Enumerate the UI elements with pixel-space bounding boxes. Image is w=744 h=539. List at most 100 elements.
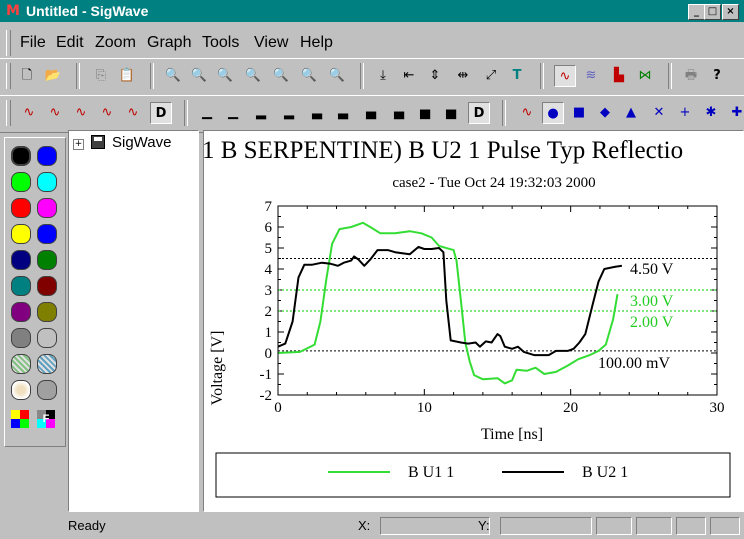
zoom-y-icon[interactable]: 🔍 bbox=[242, 65, 264, 87]
waveform-view-icon[interactable]: ∿ bbox=[554, 65, 576, 87]
swatch-maroon[interactable] bbox=[37, 276, 57, 296]
new-file-icon[interactable]: 🗋 bbox=[16, 65, 38, 87]
menu-graph[interactable]: Graph bbox=[147, 34, 191, 52]
line-width-9-icon[interactable]: ▅ bbox=[414, 102, 436, 124]
line-style-solid-icon[interactable]: ∿ bbox=[18, 102, 40, 124]
marker-none-icon[interactable]: ∿ bbox=[516, 102, 538, 124]
line-width-6-icon[interactable]: ▃ bbox=[332, 102, 354, 124]
marker-square-icon[interactable]: ■ bbox=[568, 102, 590, 124]
line-style-dot-icon[interactable]: ∿ bbox=[70, 102, 92, 124]
fill-color-icon[interactable]: F bbox=[37, 410, 55, 428]
swatch-purple[interactable] bbox=[11, 302, 31, 322]
marker-triangle-icon[interactable]: ▲ bbox=[620, 102, 642, 124]
line-width-1-icon[interactable]: ▁ bbox=[196, 102, 218, 124]
line-width-8-icon[interactable]: ▄ bbox=[388, 102, 410, 124]
swatch-silver[interactable] bbox=[37, 328, 57, 348]
toolbar-separator bbox=[668, 63, 672, 89]
zoom-in-icon[interactable]: 🔍 bbox=[162, 65, 184, 87]
zoom-ratio-icon[interactable]: 🔍 bbox=[326, 65, 348, 87]
menu-view[interactable]: View bbox=[254, 34, 288, 52]
swatch-magenta[interactable] bbox=[37, 198, 57, 218]
multi-wave-view-icon[interactable]: ≋ bbox=[580, 65, 602, 87]
histogram-view-icon[interactable]: ▙ bbox=[608, 65, 630, 87]
toolbar-separator bbox=[502, 100, 506, 126]
waveform-chart[interactable]: 1 B SERPENTINE) B U2 1 Pulse Typ Reflect… bbox=[204, 131, 744, 512]
line-width-10-icon[interactable]: ▅ bbox=[440, 102, 462, 124]
plot-series bbox=[277, 221, 623, 385]
line-width-default-icon[interactable]: D bbox=[468, 102, 490, 124]
swatch-olive[interactable] bbox=[37, 302, 57, 322]
measure-icon[interactable]: ⤢ bbox=[480, 65, 502, 87]
menu-zoom[interactable]: Zoom bbox=[95, 34, 136, 52]
status-x-field bbox=[380, 517, 490, 535]
swatch-green[interactable] bbox=[11, 172, 31, 192]
line-width-2-icon[interactable]: ▁ bbox=[222, 102, 244, 124]
toolbar-separator bbox=[360, 63, 364, 89]
x-axis-label: Time [ns] bbox=[481, 426, 543, 443]
swatch-cyan[interactable] bbox=[37, 172, 57, 192]
swatch-pattern-light[interactable] bbox=[11, 380, 31, 400]
open-folder-icon[interactable]: 📂 bbox=[42, 65, 64, 87]
copy-icon[interactable]: ⎘ bbox=[90, 65, 112, 87]
line-width-5-icon[interactable]: ▃ bbox=[306, 102, 328, 124]
swatch-teal[interactable] bbox=[11, 276, 31, 296]
swatch-navy[interactable] bbox=[11, 250, 31, 270]
close-button[interactable]: × bbox=[722, 4, 739, 20]
cursor-left-icon[interactable]: ⇤ bbox=[398, 65, 420, 87]
cursor-down-icon[interactable]: ⤓ bbox=[372, 65, 394, 87]
status-y-label: Y: bbox=[478, 518, 490, 533]
marker-diamond-icon[interactable]: ◆ bbox=[594, 102, 616, 124]
line-width-4-icon[interactable]: ▂ bbox=[278, 102, 300, 124]
cursor-horizontal-icon[interactable]: ⇹ bbox=[452, 65, 474, 87]
swatch-blue[interactable] bbox=[37, 146, 57, 166]
line-style-dashdot-icon[interactable]: ∿ bbox=[96, 102, 118, 124]
swatch-gray[interactable] bbox=[11, 328, 31, 348]
swatch-black[interactable] bbox=[11, 146, 31, 166]
swatch-yellow[interactable] bbox=[11, 224, 31, 244]
y-tick-label: 3 bbox=[265, 283, 273, 299]
line-style-dash-icon[interactable]: ∿ bbox=[44, 102, 66, 124]
menu-tools[interactable]: Tools bbox=[202, 34, 239, 52]
y-tick-label: -1 bbox=[260, 367, 273, 383]
toolbar-grip bbox=[6, 100, 11, 126]
zoom-reset-icon[interactable]: 🔍 bbox=[298, 65, 320, 87]
color-palette: F bbox=[4, 137, 66, 447]
help-icon[interactable]: ? bbox=[706, 65, 728, 87]
swatch-pattern-green[interactable] bbox=[11, 354, 31, 374]
maximize-button[interactable]: □ bbox=[704, 4, 721, 20]
marker-star-icon[interactable]: ✱ bbox=[700, 102, 722, 124]
text-tool-icon[interactable]: T bbox=[506, 65, 528, 87]
line-width-7-icon[interactable]: ▄ bbox=[360, 102, 382, 124]
marker-circle-icon[interactable]: ● bbox=[542, 102, 564, 124]
tree-expander[interactable]: + bbox=[73, 139, 84, 150]
swatch-dark-green[interactable] bbox=[37, 250, 57, 270]
eye-diagram-icon[interactable]: ⋈ bbox=[634, 65, 656, 87]
line-width-3-icon[interactable]: ▂ bbox=[250, 102, 272, 124]
line-style-dashdotdot-icon[interactable]: ∿ bbox=[122, 102, 144, 124]
custom-color-icon[interactable] bbox=[11, 410, 29, 428]
menu-edit[interactable]: Edit bbox=[56, 34, 84, 52]
marker-cross-icon[interactable]: ✚ bbox=[726, 102, 744, 124]
toolbar-grip bbox=[6, 63, 11, 89]
menu-help[interactable]: Help bbox=[300, 34, 333, 52]
swatch-red[interactable] bbox=[11, 198, 31, 218]
status-field-5 bbox=[676, 517, 706, 535]
swatch-blue-2[interactable] bbox=[37, 224, 57, 244]
annotation-100-mv: 100.00 mV bbox=[598, 355, 670, 372]
toolbar-separator bbox=[184, 100, 188, 126]
cursor-vertical-icon[interactable]: ⇕ bbox=[424, 65, 446, 87]
menu-file[interactable]: File bbox=[20, 34, 46, 52]
zoom-x-icon[interactable]: 🔍 bbox=[214, 65, 236, 87]
paste-icon[interactable]: 📋 bbox=[116, 65, 138, 87]
marker-plus-icon[interactable]: + bbox=[674, 102, 696, 124]
line-style-default-icon[interactable]: D bbox=[150, 102, 172, 124]
swatch-gray-2[interactable] bbox=[37, 380, 57, 400]
zoom-out-icon[interactable]: 🔍 bbox=[188, 65, 210, 87]
print-icon[interactable]: 🖶 bbox=[680, 65, 702, 87]
swatch-pattern-blue[interactable] bbox=[37, 354, 57, 374]
minimize-button[interactable]: _ bbox=[688, 4, 705, 20]
y-tick-label: 4 bbox=[265, 262, 273, 278]
tree-root-label[interactable]: SigWave bbox=[112, 134, 171, 151]
zoom-fit-icon[interactable]: 🔍 bbox=[270, 65, 292, 87]
marker-x-icon[interactable]: ✕ bbox=[648, 102, 670, 124]
